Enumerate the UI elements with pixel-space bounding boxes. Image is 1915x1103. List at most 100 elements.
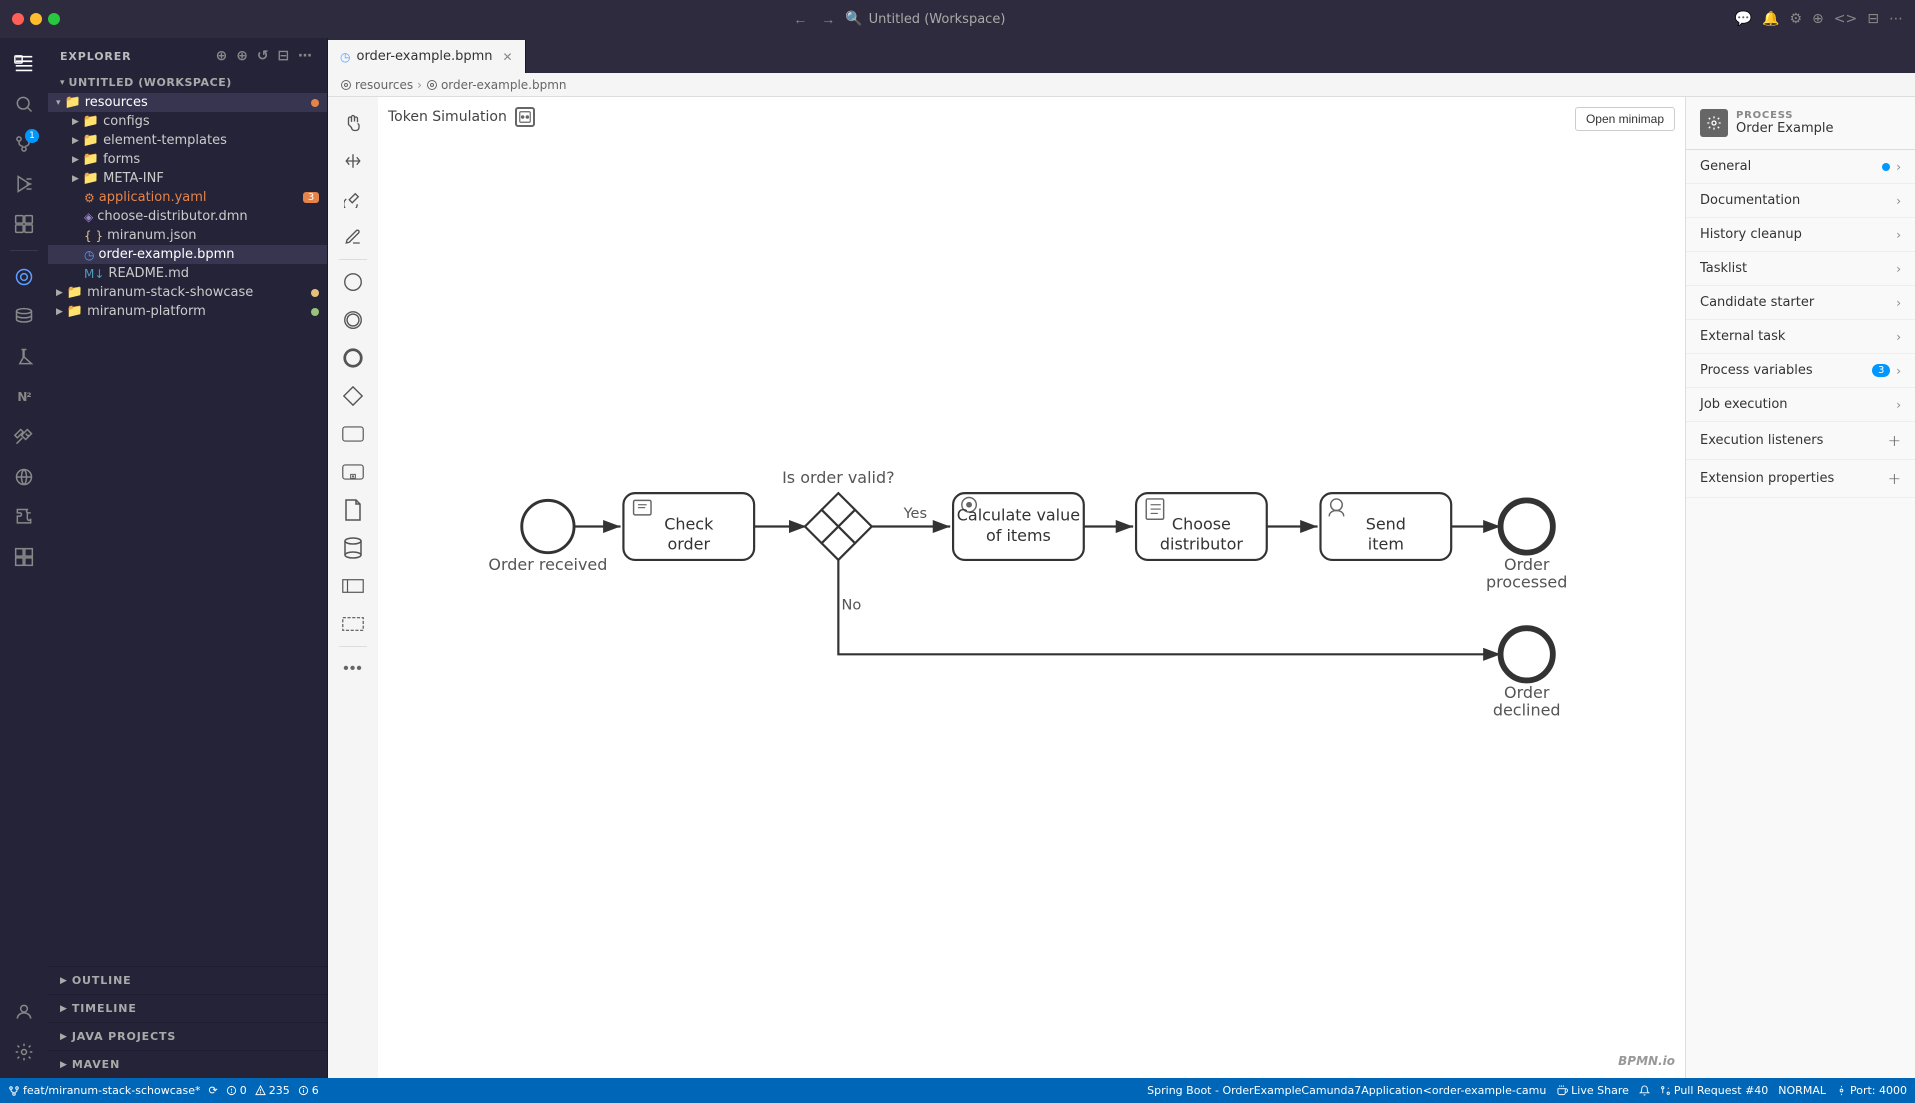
more-icon[interactable]: ⋯	[1889, 11, 1903, 27]
panel-section-extension-properties[interactable]: Extension properties +	[1686, 460, 1915, 498]
live-share-item[interactable]: Live Share	[1557, 1084, 1629, 1097]
split-editor-icon[interactable]: ⊟	[1867, 11, 1879, 27]
warning-item[interactable]: 235	[255, 1084, 290, 1097]
tab-close-button[interactable]: ✕	[503, 50, 513, 64]
panel-section-execution-listeners[interactable]: Execution listeners +	[1686, 422, 1915, 460]
timeline-header[interactable]: ▶ TIMELINE	[48, 999, 327, 1018]
tree-item-order-example-bpmn[interactable]: ◷ order-example.bpmn	[48, 245, 327, 264]
data-store-button[interactable]	[335, 530, 371, 566]
lasso-tool-button[interactable]	[335, 181, 371, 217]
sidebar-item-puzzle[interactable]	[6, 499, 42, 535]
error-item[interactable]: 0	[226, 1084, 247, 1097]
minimize-window-btn[interactable]	[30, 13, 42, 25]
hand-tool-button[interactable]	[335, 105, 371, 141]
start-event-button[interactable]	[335, 264, 371, 300]
maximize-window-btn[interactable]	[48, 13, 60, 25]
panel-section-process-variables[interactable]: Process variables 3 ›	[1686, 354, 1915, 388]
spring-boot-item[interactable]: Spring Boot - OrderExampleCamunda7Applic…	[1147, 1084, 1547, 1097]
close-window-btn[interactable]	[12, 13, 24, 25]
breadcrumb-part-file[interactable]: order-example.bpmn	[426, 78, 567, 92]
pool-button[interactable]	[335, 568, 371, 604]
end-event-button[interactable]	[335, 340, 371, 376]
notification-item[interactable]	[1639, 1085, 1650, 1096]
account-icon[interactable]	[6, 994, 42, 1030]
sidebar-item-satellite[interactable]	[6, 419, 42, 455]
remote-icon[interactable]: ⊕	[1812, 11, 1824, 27]
settings-icon-title[interactable]: ⚙	[1789, 11, 1802, 27]
extension-properties-plus-icon[interactable]: +	[1888, 469, 1901, 488]
tree-item-resources[interactable]: ▾ 📁 resources	[48, 93, 327, 112]
tree-item-element-templates[interactable]: ▶ 📁 element-templates	[48, 131, 327, 150]
chat-icon[interactable]: 💬	[1735, 11, 1752, 27]
job-execution-label: Job execution	[1700, 397, 1788, 412]
sidebar-item-flask[interactable]	[6, 339, 42, 375]
sidebar-item-n2[interactable]: N²	[6, 379, 42, 415]
refresh-icon[interactable]: ↺	[255, 46, 272, 66]
sidebar-item-source-control[interactable]: 1	[6, 126, 42, 162]
sync-item[interactable]: ⟳	[209, 1084, 218, 1097]
new-file-icon[interactable]: ⊕	[214, 46, 231, 66]
sidebar-item-globe[interactable]	[6, 459, 42, 495]
data-object-button[interactable]	[335, 492, 371, 528]
collapse-all-icon[interactable]: ⊟	[275, 46, 292, 66]
sidebar-item-explorer[interactable]	[6, 46, 42, 82]
sidebar-item-run[interactable]	[6, 166, 42, 202]
settings-icon-activity[interactable]	[6, 1034, 42, 1070]
token-simulation-icon[interactable]	[515, 107, 535, 127]
tree-item-miranum-stack[interactable]: ▶ 📁 miranum-stack-showcase	[48, 283, 327, 302]
execution-listeners-plus-icon[interactable]: +	[1888, 431, 1901, 450]
pull-request-item[interactable]: Pull Request #40	[1660, 1084, 1768, 1097]
breadcrumb-part-resources[interactable]: resources	[340, 78, 413, 92]
tree-item-forms[interactable]: ▶ 📁 forms	[48, 150, 327, 169]
maven-header[interactable]: ▶ MAVEN	[48, 1055, 327, 1074]
sidebar-item-extensions[interactable]	[6, 206, 42, 242]
panel-section-history-cleanup[interactable]: History cleanup ›	[1686, 218, 1915, 252]
sidebar-item-search[interactable]	[6, 86, 42, 122]
bpmn-area: ••• Token Simulation	[328, 97, 1915, 1078]
open-minimap-button[interactable]: Open minimap	[1575, 107, 1675, 131]
move-tool-button[interactable]	[335, 143, 371, 179]
end-event-processed-circle[interactable]	[1501, 500, 1553, 552]
tree-item-choose-distributor[interactable]: ◈ choose-distributor.dmn	[48, 207, 327, 226]
panel-section-general[interactable]: General ›	[1686, 150, 1915, 184]
end-event-declined-circle[interactable]	[1501, 628, 1553, 680]
workspace-item[interactable]: ▾ UNTITLED (WORKSPACE)	[48, 74, 327, 93]
general-label: General	[1700, 159, 1751, 174]
branch-item[interactable]: feat/miranum-stack-schowcase*	[8, 1084, 201, 1097]
code-icon[interactable]: <>	[1834, 11, 1857, 27]
java-projects-header[interactable]: ▶ JAVA PROJECTS	[48, 1027, 327, 1046]
more-icon-sidebar[interactable]: ⋯	[296, 46, 315, 66]
start-event-circle[interactable]	[522, 500, 574, 552]
nav-forward-button[interactable]: →	[817, 9, 839, 29]
pen-tool-button[interactable]	[335, 219, 371, 255]
task-button[interactable]	[335, 416, 371, 452]
sidebar-item-database[interactable]	[6, 299, 42, 335]
tree-item-readme[interactable]: M↓ README.md	[48, 264, 327, 283]
tree-item-miranum-platform[interactable]: ▶ 📁 miranum-platform	[48, 302, 327, 321]
panel-section-job-execution[interactable]: Job execution ›	[1686, 388, 1915, 422]
bpmn-canvas[interactable]: Token Simulation Open minimap	[378, 97, 1685, 1078]
tree-item-application-yaml[interactable]: ⚙ application.yaml 3	[48, 188, 327, 207]
info-item[interactable]: 6	[298, 1084, 319, 1097]
sidebar-item-grid[interactable]	[6, 539, 42, 575]
vim-mode-item[interactable]: NORMAL	[1778, 1084, 1826, 1097]
panel-section-candidate-starter[interactable]: Candidate starter ›	[1686, 286, 1915, 320]
gateway-button[interactable]	[335, 378, 371, 414]
port-item[interactable]: Port: 4000	[1836, 1084, 1907, 1097]
panel-section-tasklist[interactable]: Tasklist ›	[1686, 252, 1915, 286]
tree-item-miranum-json[interactable]: { } miranum.json	[48, 226, 327, 245]
tree-item-configs[interactable]: ▶ 📁 configs	[48, 112, 327, 131]
new-folder-icon[interactable]: ⊕	[234, 46, 251, 66]
sidebar-item-camunda[interactable]	[6, 259, 42, 295]
panel-section-external-task[interactable]: External task ›	[1686, 320, 1915, 354]
panel-section-documentation[interactable]: Documentation ›	[1686, 184, 1915, 218]
group-button[interactable]	[335, 606, 371, 642]
tab-order-example-bpmn[interactable]: ◷ order-example.bpmn ✕	[328, 40, 526, 73]
nav-back-button[interactable]: ←	[789, 9, 811, 29]
tree-item-meta-inf[interactable]: ▶ 📁 META-INF	[48, 169, 327, 188]
outline-header[interactable]: ▶ OUTLINE	[48, 971, 327, 990]
more-tools-button[interactable]: •••	[335, 651, 371, 687]
notification-icon[interactable]: 🔔	[1762, 11, 1779, 27]
subprocess-button[interactable]	[335, 454, 371, 490]
intermediate-event-button[interactable]	[335, 302, 371, 338]
